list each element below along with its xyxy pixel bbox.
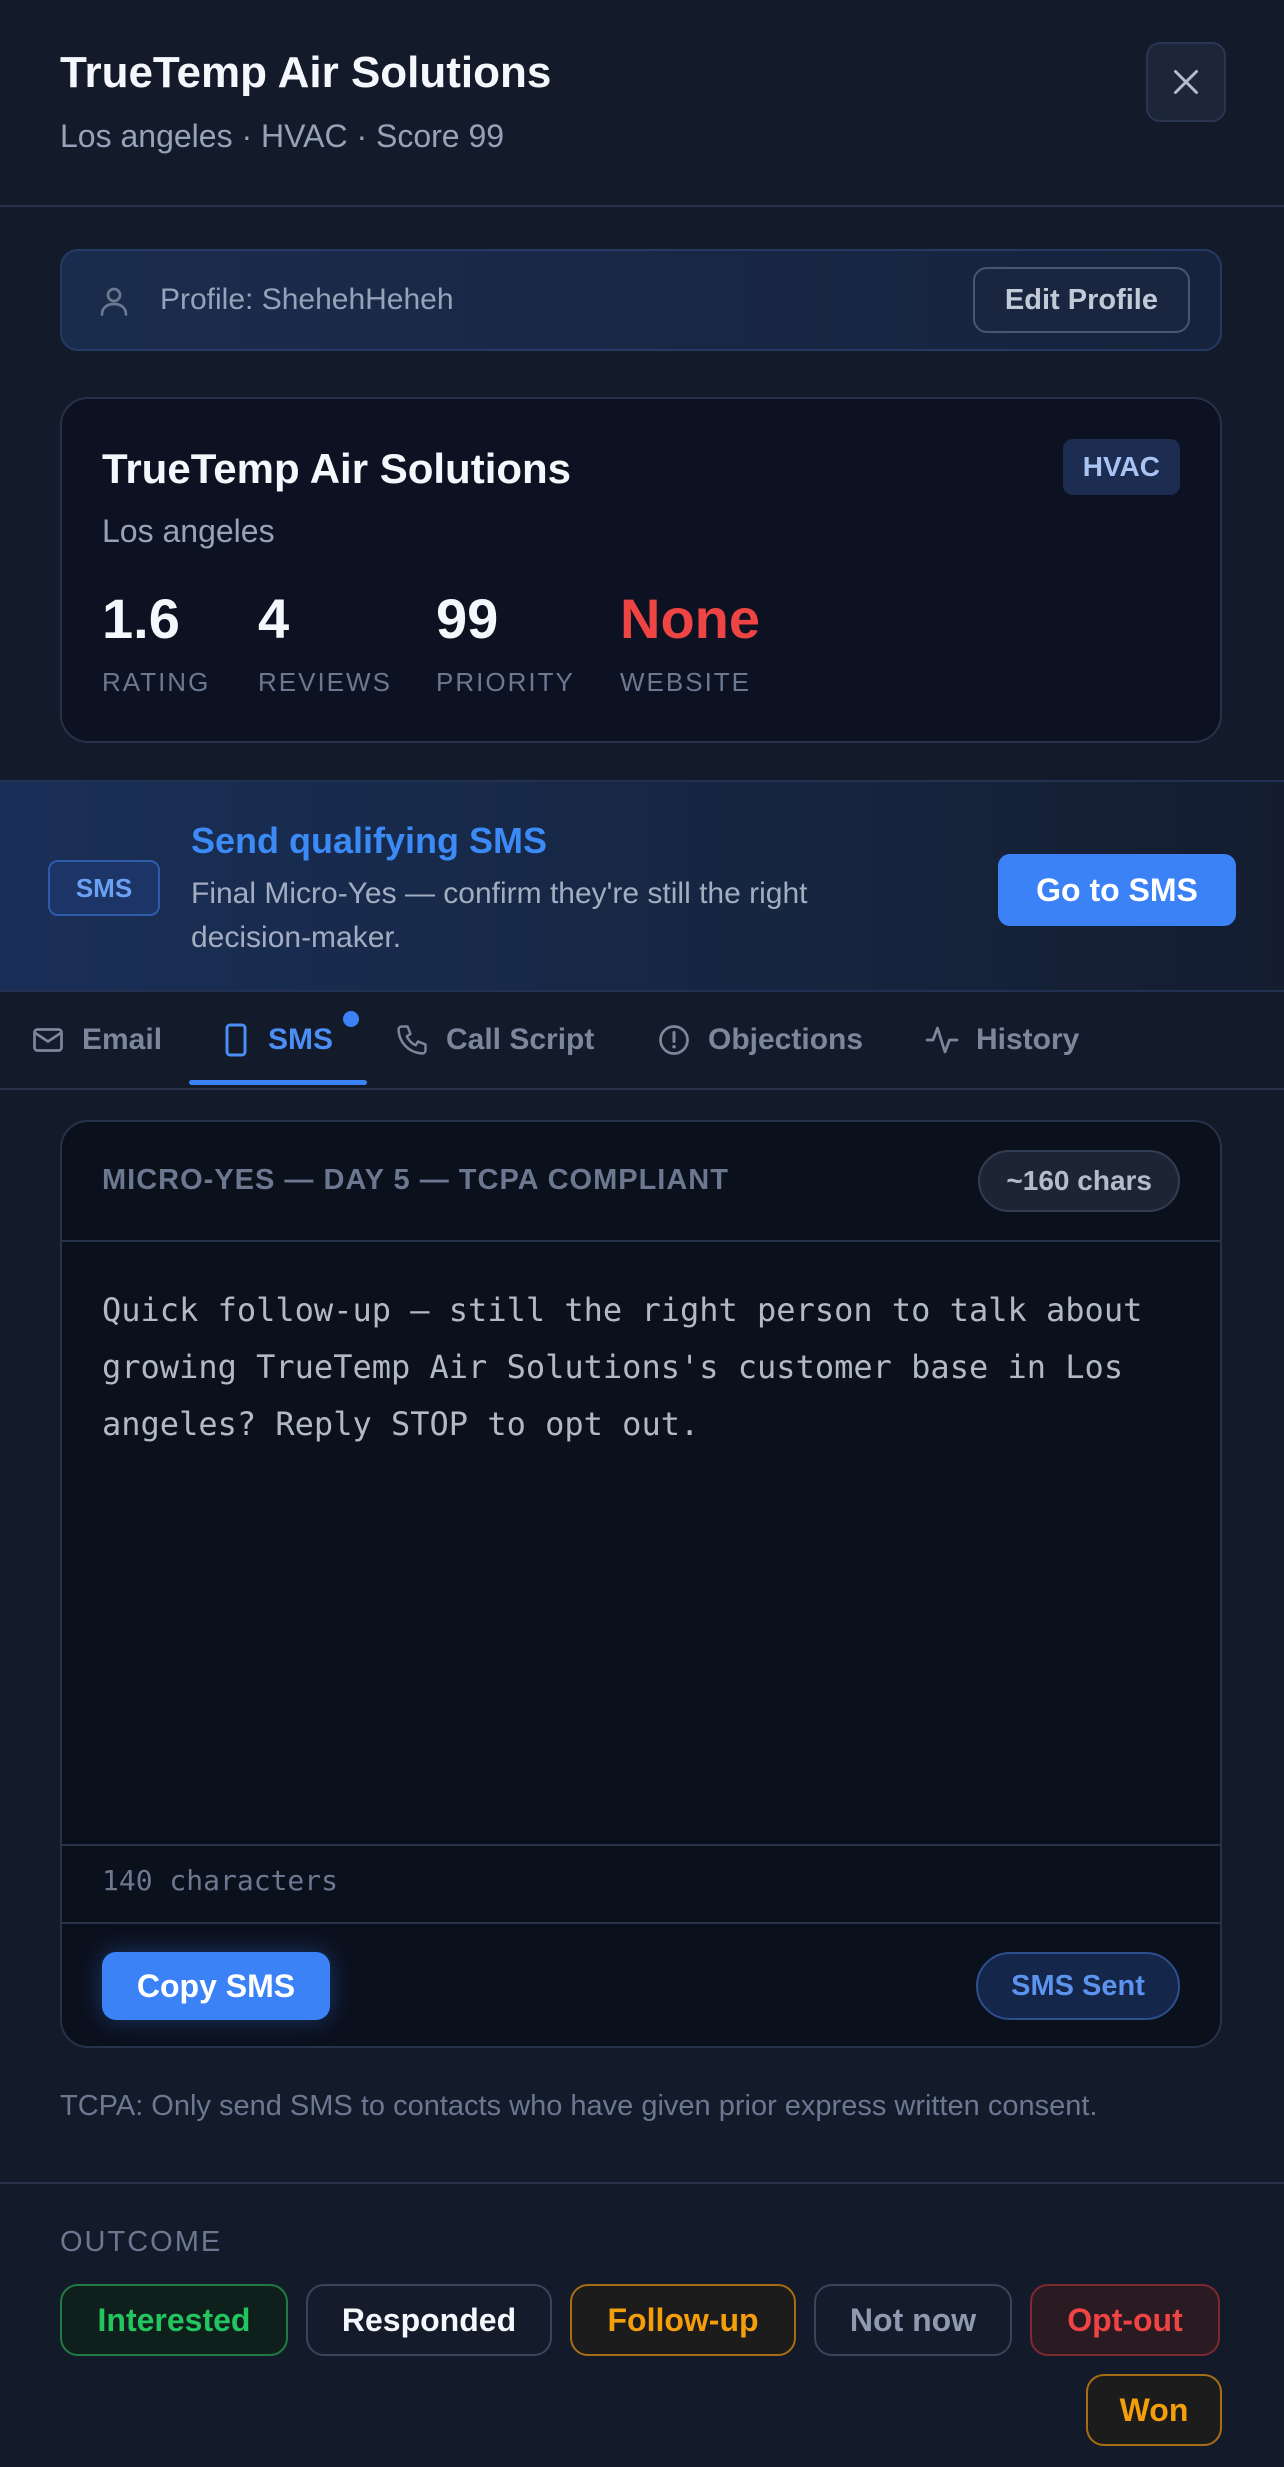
sms-composer: MICRO-YES — DAY 5 — TCPA COMPLIANT ~160 … xyxy=(60,1120,1222,2048)
go-to-sms-button[interactable]: Go to SMS xyxy=(998,854,1236,926)
tab-email[interactable]: Email xyxy=(30,992,162,1088)
stat-priority: 99 PRIORITY xyxy=(436,587,575,698)
mail-icon xyxy=(33,1028,63,1052)
activity-icon xyxy=(925,1026,959,1054)
composer-header: MICRO-YES — DAY 5 — TCPA COMPLIANT ~160 … xyxy=(62,1122,1220,1242)
outcome-label: OUTCOME xyxy=(60,2226,223,2258)
tab-objections[interactable]: Objections xyxy=(656,992,863,1088)
tcpa-note: TCPA: Only send SMS to contacts who have… xyxy=(60,2090,1098,2122)
tab-label: Email xyxy=(82,1023,163,1056)
tab-label: Call Script xyxy=(446,1023,595,1056)
copy-sms-button[interactable]: Copy SMS xyxy=(102,1952,330,2020)
sms-sent-button[interactable]: SMS Sent xyxy=(976,1952,1180,2020)
template-label: MICRO-YES — DAY 5 — TCPA COMPLIANT xyxy=(102,1164,729,1196)
sms-badge: SMS xyxy=(48,860,160,916)
next-action-banner: SMS Send qualifying SMS Final Micro-Yes … xyxy=(0,780,1284,992)
category-badge: HVAC xyxy=(1062,439,1180,495)
profile-bar: Profile: ShehehHeheh Edit Profile xyxy=(60,249,1222,351)
outcome-not-now-button[interactable]: Not now xyxy=(814,2284,1012,2356)
outcome-won-button[interactable]: Won xyxy=(1086,2374,1222,2446)
tab-sms[interactable]: SMS xyxy=(220,992,333,1088)
business-name: TrueTemp Air Solutions xyxy=(102,445,572,492)
business-city: Los angeles xyxy=(102,513,275,549)
tab-call-script[interactable]: Call Script xyxy=(394,992,594,1088)
stat-reviews: 4 REVIEWS xyxy=(258,587,392,698)
stat-rating: 1.6 RATING xyxy=(102,587,210,698)
stat-label: PRIORITY xyxy=(436,667,575,697)
stat-label: RATING xyxy=(102,667,211,697)
edit-profile-button[interactable]: Edit Profile xyxy=(972,267,1190,333)
banner-title: Send qualifying SMS xyxy=(191,820,548,861)
stat-value: 99 xyxy=(436,587,499,650)
close-icon xyxy=(1174,70,1198,94)
stat-website: None WEBSITE xyxy=(620,587,760,698)
phone-device-icon xyxy=(225,1023,247,1057)
lead-header: TrueTemp Air Solutions Los angeles · HVA… xyxy=(0,0,1284,207)
stat-label: REVIEWS xyxy=(258,667,392,697)
char-count: 140 characters xyxy=(102,1864,339,1897)
sms-textarea[interactable]: Quick follow-up — still the right person… xyxy=(102,1282,1182,1453)
stat-value: None xyxy=(620,587,760,650)
divider xyxy=(0,2182,1284,2184)
tab-history[interactable]: History xyxy=(924,992,1079,1088)
active-tab-indicator xyxy=(189,1080,367,1085)
profile-label: Profile: ShehehHeheh xyxy=(160,283,454,316)
page-title: TrueTemp Air Solutions xyxy=(60,48,552,97)
close-button[interactable] xyxy=(1146,42,1226,122)
banner-description: Final Micro-Yes — confirm they're still … xyxy=(191,877,808,954)
outcome-opt-out-button[interactable]: Opt-out xyxy=(1030,2284,1220,2356)
tab-label: Objections xyxy=(708,1023,864,1056)
alert-circle-icon xyxy=(659,1025,689,1055)
stat-label: WEBSITE xyxy=(620,667,752,697)
outcome-interested-button[interactable]: Interested xyxy=(60,2284,288,2356)
outcome-responded-button[interactable]: Responded xyxy=(306,2284,552,2356)
stat-value: 1.6 xyxy=(102,587,180,650)
stat-value: 4 xyxy=(258,587,290,650)
tab-label: History xyxy=(976,1023,1080,1056)
outcome-follow-up-button[interactable]: Follow-up xyxy=(570,2284,796,2356)
business-card: TrueTemp Air Solutions Los angeles HVAC … xyxy=(60,397,1222,743)
tab-bar: Email SMS Call Script Objections History xyxy=(0,992,1284,1090)
tab-label: SMS xyxy=(268,1023,334,1056)
char-count-row: 140 characters xyxy=(62,1844,1220,1924)
user-icon xyxy=(100,287,128,316)
phone-icon xyxy=(397,1025,427,1055)
notification-dot xyxy=(343,1011,359,1027)
char-limit-badge: ~160 chars xyxy=(978,1150,1180,1212)
page-subtitle: Los angeles · HVAC · Score 99 xyxy=(60,118,505,154)
